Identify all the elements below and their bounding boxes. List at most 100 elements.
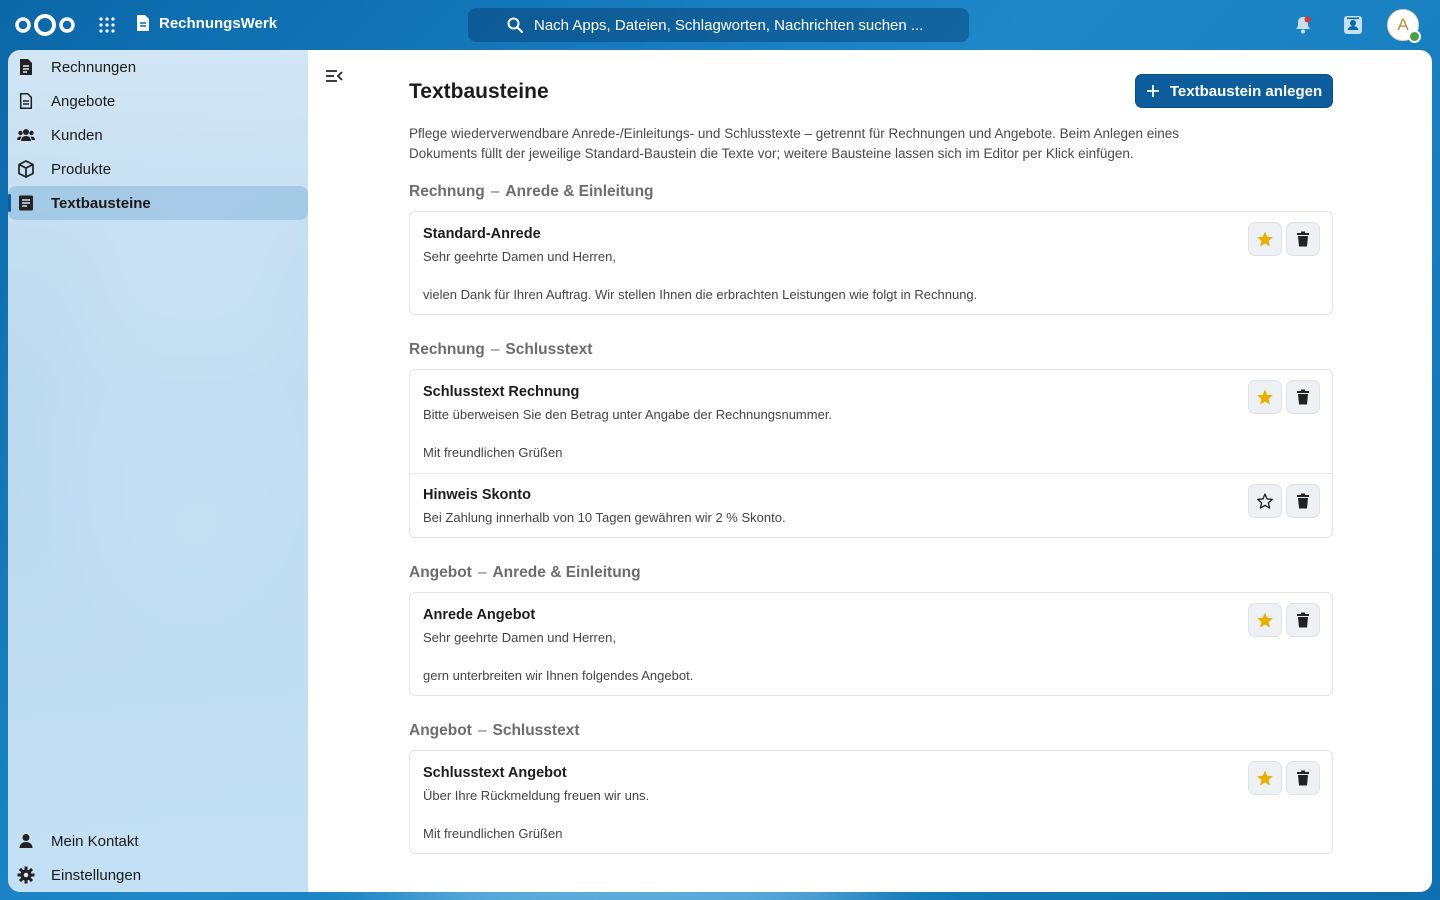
star-filled-icon bbox=[1257, 231, 1273, 247]
star-outline-icon bbox=[1256, 493, 1274, 509]
intro-line: Pflege wiederverwendbare Anrede-/Einleit… bbox=[409, 126, 1180, 141]
search-icon bbox=[507, 17, 524, 34]
intro-line: Dokuments füllt der jeweilige Standard-B… bbox=[409, 146, 1134, 161]
sidebar-item-label: Kunden bbox=[51, 126, 103, 144]
set-default-button[interactable] bbox=[1248, 222, 1282, 256]
delete-button[interactable] bbox=[1286, 484, 1320, 518]
sidebar-item-angebote[interactable]: Angebote bbox=[8, 84, 308, 118]
set-default-button[interactable] bbox=[1248, 761, 1282, 795]
section-kind: Anrede & Einleitung bbox=[492, 564, 641, 581]
invoice-icon bbox=[20, 59, 32, 75]
online-status-badge bbox=[1408, 30, 1421, 43]
plus-icon bbox=[1146, 85, 1159, 97]
star-filled-icon bbox=[1257, 612, 1273, 628]
sidebar-item-label: Textbausteine bbox=[51, 194, 151, 212]
sidebar-item-label: Produkte bbox=[51, 160, 112, 178]
entry-line: Bitte überweisen Sie den Betrag unter An… bbox=[423, 407, 833, 422]
set-default-button[interactable] bbox=[1248, 380, 1282, 414]
entry-name: Hinweis Skonto bbox=[423, 487, 531, 503]
entry-name: Schlusstext Angebot bbox=[423, 765, 567, 781]
sidebar-item-einstellungen[interactable]: Einstellungen bbox=[8, 858, 308, 892]
sidebar-item-textbausteine[interactable]: Textbausteine bbox=[8, 186, 308, 220]
sidebar-item-label: Angebote bbox=[51, 92, 116, 110]
sidebar-item-label: Mein Kontakt bbox=[51, 832, 139, 850]
text-block-entry[interactable]: Schlusstext Rechnung Bitte überweisen Si… bbox=[410, 370, 1332, 473]
text-block-entry[interactable]: Hinweis Skonto Bei Zahlung innerhalb von… bbox=[410, 473, 1332, 537]
star-filled-icon bbox=[1257, 770, 1273, 786]
set-default-button[interactable] bbox=[1248, 603, 1282, 637]
section-heading: Angebot – Anrede & Einleitung bbox=[409, 564, 641, 581]
trash-icon bbox=[1297, 770, 1309, 786]
app-grid-icon[interactable] bbox=[98, 16, 116, 34]
entry-line: gern unterbreiten wir Ihnen folgendes An… bbox=[423, 668, 694, 683]
sidebar-item-produkte[interactable]: Produkte bbox=[8, 152, 308, 186]
entry-name: Schlusstext Rechnung bbox=[423, 384, 580, 400]
notifications-bell-icon[interactable] bbox=[1292, 14, 1314, 36]
trash-icon bbox=[1297, 389, 1309, 405]
person-icon bbox=[19, 834, 33, 848]
entry-line: Sehr geehrte Damen und Herren, bbox=[423, 249, 616, 264]
section-heading: Angebot – Schlusstext bbox=[409, 722, 580, 739]
text-block-entry[interactable]: Standard-Anrede Sehr geehrte Damen und H… bbox=[410, 212, 1332, 314]
add-text-block-button[interactable]: Textbaustein anlegen bbox=[1135, 74, 1333, 108]
trash-icon bbox=[1297, 231, 1309, 247]
sidebar-item-kunden[interactable]: Kunden bbox=[8, 118, 308, 152]
entry-line: Über Ihre Rückmeldung freuen wir uns. bbox=[423, 788, 650, 803]
entry-line: Sehr geehrte Damen und Herren, bbox=[423, 630, 616, 645]
box-icon bbox=[18, 160, 34, 178]
offer-icon bbox=[19, 92, 33, 110]
search-placeholder: Nach Apps, Dateien, Schlagworten, Nachri… bbox=[534, 16, 924, 34]
delete-button[interactable] bbox=[1286, 380, 1320, 414]
section-doc: Angebot bbox=[409, 722, 472, 739]
section-heading: Rechnung – Schlusstext bbox=[409, 341, 593, 358]
app-name: RechnungsWerk bbox=[159, 14, 278, 32]
avatar-initial: A bbox=[1397, 15, 1409, 34]
text-block-icon bbox=[19, 195, 33, 211]
add-button-label: Textbaustein anlegen bbox=[1169, 82, 1323, 100]
contacts-icon[interactable] bbox=[1342, 14, 1364, 36]
text-block-card: Anrede Angebot Sehr geehrte Damen und He… bbox=[409, 592, 1333, 696]
entry-line: Mit freundlichen Grüßen bbox=[423, 445, 563, 460]
entry-line: Bei Zahlung innerhalb von 10 Tagen gewäh… bbox=[423, 510, 786, 525]
intro-text: Pflege wiederverwendbare Anrede-/Einleit… bbox=[409, 124, 1239, 164]
gear-icon bbox=[17, 866, 35, 884]
nextcloud-logo-icon[interactable] bbox=[14, 12, 76, 38]
page-title: Textbausteine bbox=[409, 80, 549, 103]
section-doc: Rechnung bbox=[409, 183, 485, 200]
sidebar-item-mein-kontakt[interactable]: Mein Kontakt bbox=[8, 824, 308, 858]
text-block-card: Schlusstext Rechnung Bitte überweisen Si… bbox=[409, 369, 1333, 538]
trash-icon bbox=[1297, 493, 1309, 509]
text-block-card: Standard-Anrede Sehr geehrte Damen und H… bbox=[409, 211, 1333, 315]
section-kind: Schlusstext bbox=[505, 341, 593, 358]
entry-line: vielen Dank für Ihren Auftrag. Wir stell… bbox=[423, 287, 978, 302]
sidebar-item-label: Einstellungen bbox=[51, 866, 142, 884]
app-title[interactable]: RechnungsWerk bbox=[135, 14, 277, 32]
sidebar-item-rechnungen[interactable]: Rechnungen bbox=[8, 50, 308, 84]
section-kind: Schlusstext bbox=[492, 722, 580, 739]
star-filled-icon bbox=[1257, 389, 1273, 405]
entry-line: Mit freundlichen Grüßen bbox=[423, 826, 563, 841]
section-heading: Rechnung – Anrede & Einleitung bbox=[409, 183, 654, 200]
delete-button[interactable] bbox=[1286, 222, 1320, 256]
text-block-entry[interactable]: Anrede Angebot Sehr geehrte Damen und He… bbox=[410, 593, 1332, 695]
text-block-card: Schlusstext Angebot Über Ihre Rückmeldun… bbox=[409, 750, 1333, 854]
top-header: RechnungsWerk Nach Apps, Dateien, Schlag… bbox=[0, 0, 1440, 50]
document-icon bbox=[137, 15, 149, 31]
customers-icon bbox=[17, 129, 35, 141]
search-input[interactable]: Nach Apps, Dateien, Schlagworten, Nachri… bbox=[468, 8, 969, 42]
section-doc: Angebot bbox=[409, 564, 472, 581]
user-avatar[interactable]: A bbox=[1387, 9, 1421, 43]
sidebar-item-label: Rechnungen bbox=[51, 58, 137, 76]
text-block-entry[interactable]: Schlusstext Angebot Über Ihre Rückmeldun… bbox=[410, 751, 1332, 853]
section-kind: Anrede & Einleitung bbox=[505, 183, 654, 200]
trash-icon bbox=[1297, 612, 1309, 628]
section-doc: Rechnung bbox=[409, 341, 485, 358]
collapse-sidebar-icon[interactable] bbox=[325, 68, 343, 84]
sidebar: Rechnungen Angebote Kunden Produkte Text… bbox=[8, 50, 308, 892]
set-default-button[interactable] bbox=[1248, 484, 1282, 518]
delete-button[interactable] bbox=[1286, 761, 1320, 795]
entry-name: Anrede Angebot bbox=[423, 607, 536, 623]
entry-name: Standard-Anrede bbox=[423, 226, 541, 242]
delete-button[interactable] bbox=[1286, 603, 1320, 637]
main-content: Textbausteine Textbaustein anlegen Pfleg… bbox=[308, 50, 1432, 892]
